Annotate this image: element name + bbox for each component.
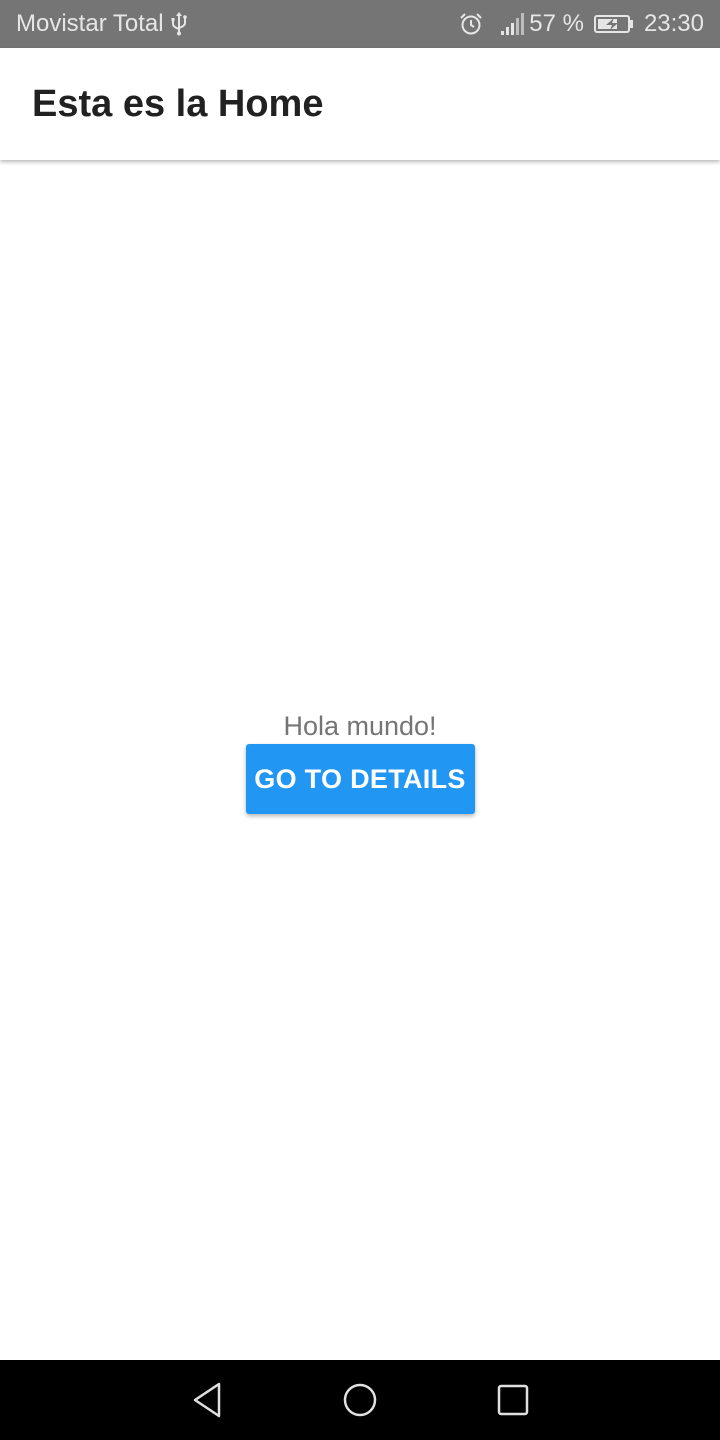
status-bar: Movistar Total 57 % 23:30 — [0, 0, 720, 48]
recents-icon — [497, 1384, 529, 1416]
alarm-icon — [459, 12, 483, 36]
home-button[interactable] — [330, 1370, 390, 1430]
battery-charging-icon — [593, 14, 634, 34]
usb-icon — [170, 12, 188, 36]
carrier-name: Movistar Total — [16, 10, 164, 37]
page-title: Esta es la Home — [32, 82, 324, 125]
back-button[interactable] — [177, 1370, 237, 1430]
main-content: Hola mundo! GO TO DETAILS — [0, 160, 720, 1360]
back-icon — [191, 1382, 223, 1418]
center-stack: Hola mundo! GO TO DETAILS — [0, 708, 720, 814]
home-icon — [342, 1382, 378, 1418]
app-bar: Esta es la Home — [0, 48, 720, 160]
clock-time: 23:30 — [643, 10, 704, 37]
status-right: 57 % 23:30 — [449, 10, 704, 38]
recents-button[interactable] — [483, 1370, 543, 1430]
greeting-text: Hola mundo! — [283, 711, 437, 741]
navigation-bar — [0, 1360, 720, 1440]
signal-icon — [501, 13, 525, 35]
go-to-details-button[interactable]: GO TO DETAILS — [245, 744, 475, 814]
status-left: Movistar Total — [16, 10, 188, 38]
battery-percent: 57 % — [529, 10, 584, 37]
